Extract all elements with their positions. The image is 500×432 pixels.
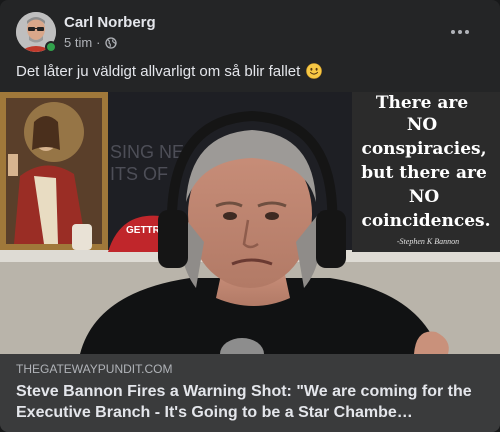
meta-separator: · [96, 35, 101, 50]
sign-line: coincidences. [361, 211, 490, 231]
link-preview[interactable]: THEGATEWAYPUNDIT.COM Steve Bannon Fires … [0, 354, 500, 432]
post-header: Carl Norberg 5 tim · [16, 12, 488, 54]
podcast-host-photo: SING NE ITS OF GETTR There are NO conspi… [0, 92, 500, 354]
sign-line: conspiracies, [361, 139, 486, 159]
more-options-icon[interactable] [442, 18, 478, 46]
link-preview-image[interactable]: SING NE ITS OF GETTR There are NO conspi… [0, 92, 500, 354]
link-domain: THEGATEWAYPUNDIT.COM [16, 362, 173, 376]
sign-signature: -Stephen K Bannon [397, 237, 459, 246]
quote-sign: There are NO conspiracies, but there are… [352, 92, 500, 252]
dot [458, 30, 462, 34]
slightly-smiling-face-emoji-icon [306, 63, 323, 79]
sign-line: There are [376, 93, 468, 113]
post-card: Carl Norberg 5 tim · Det låter ju väldig… [0, 0, 500, 432]
post-time[interactable]: 5 tim [64, 35, 92, 50]
globe-icon[interactable] [104, 36, 117, 49]
online-status-dot [45, 41, 57, 53]
sign-line: NO [409, 187, 440, 207]
post-meta: 5 tim · [64, 35, 117, 50]
cap-text: GETTR [126, 225, 161, 236]
author-name[interactable]: Carl Norberg [64, 14, 156, 31]
dot [451, 30, 455, 34]
link-title[interactable]: Steve Bannon Fires a Warning Shot: "We a… [16, 381, 486, 423]
sign-line: but there are [361, 163, 487, 183]
background-sign-line: ITS OF [110, 164, 168, 184]
post-text-row: Det låter ju väldigt allvarligt om så bl… [16, 62, 484, 82]
dot [465, 30, 469, 34]
sign-line: NO [407, 115, 438, 135]
background-sign-line: SING NE [110, 142, 184, 162]
post-text: Det låter ju väldigt allvarligt om så bl… [16, 63, 301, 80]
